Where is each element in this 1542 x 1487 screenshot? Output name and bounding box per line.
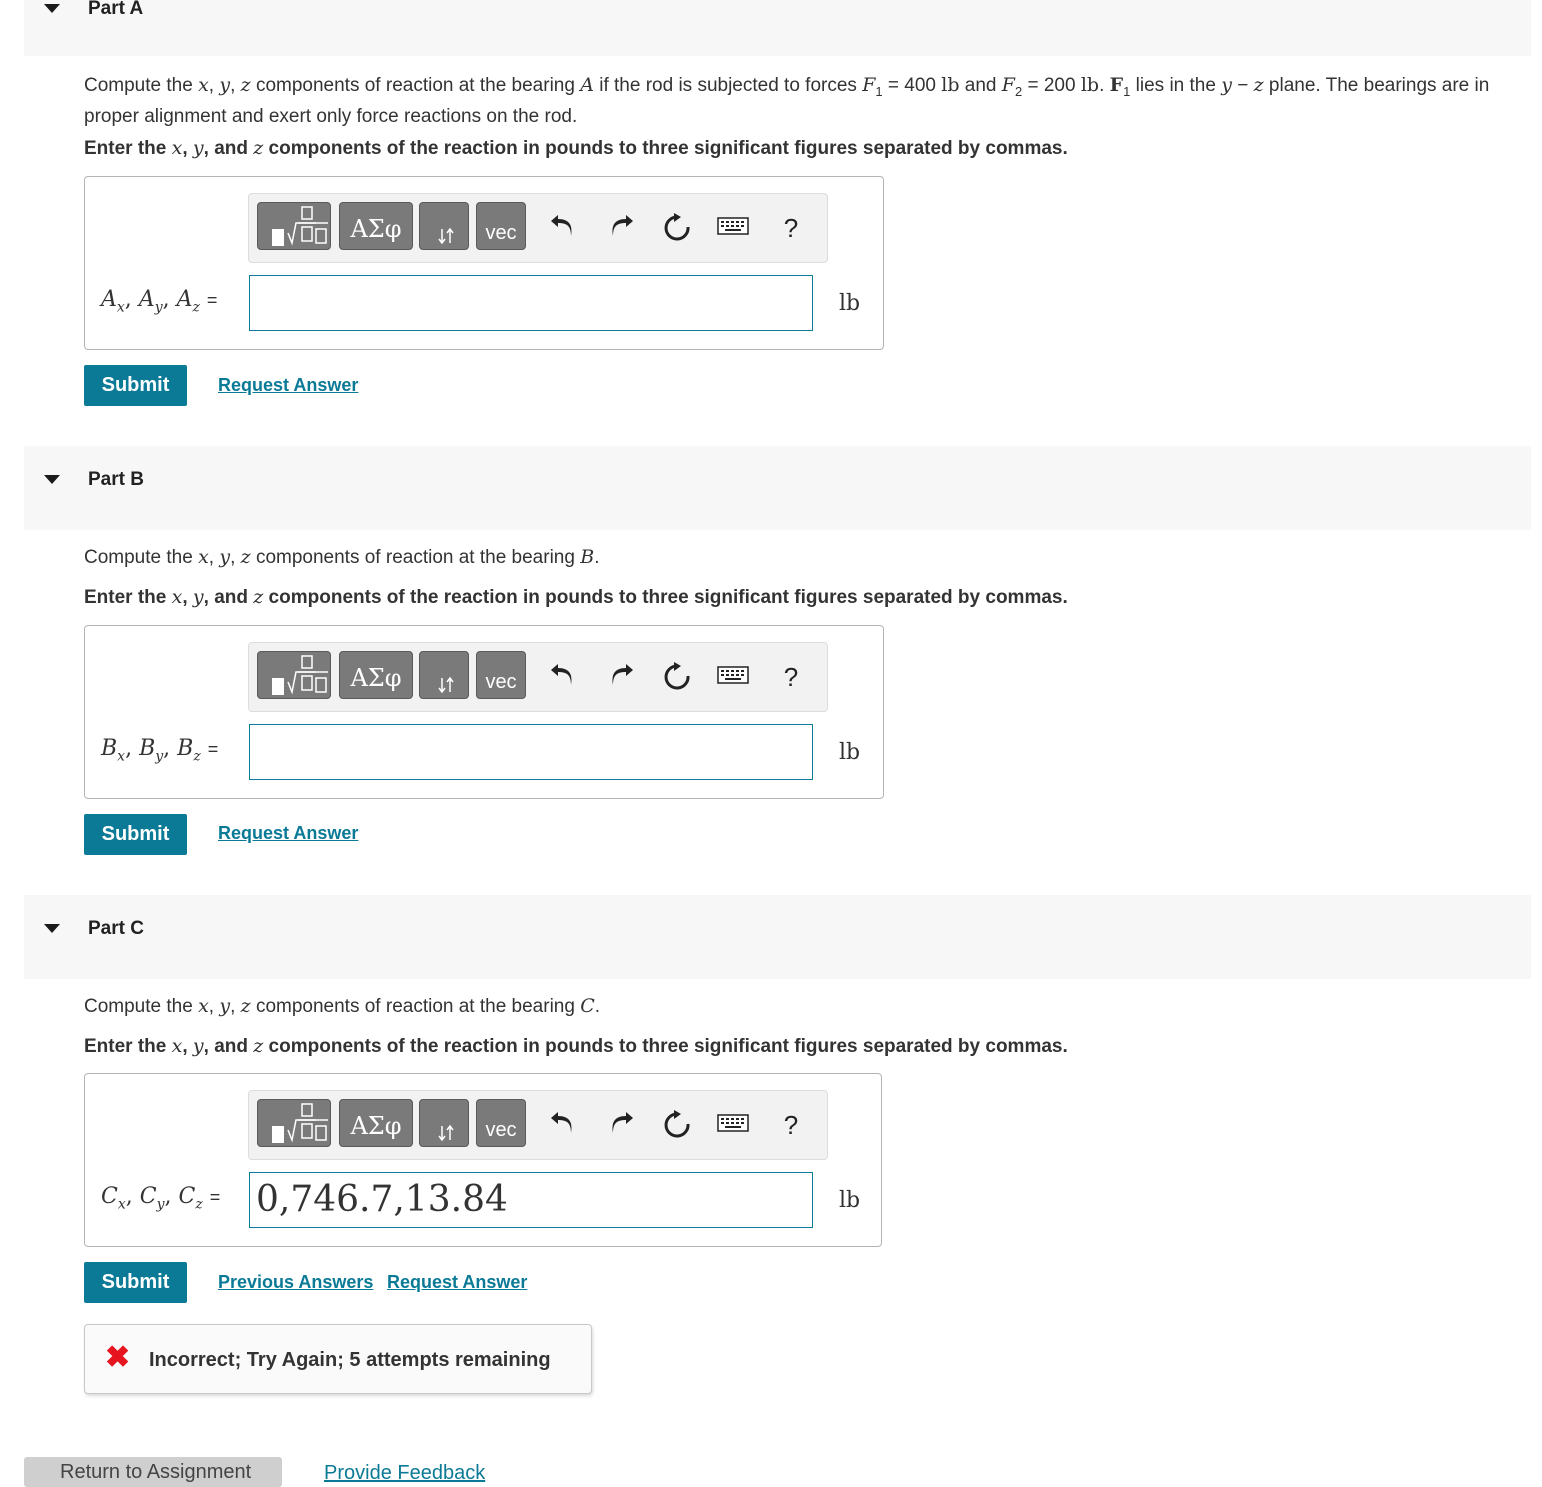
templates-icon: [272, 655, 328, 695]
answer-box: ΑΣφ vec ? Ax, Ay, Az = lb: [84, 176, 884, 350]
reset-icon[interactable]: [661, 661, 693, 693]
answer-label: Bx, By, Bz =: [101, 736, 219, 765]
redo-icon[interactable]: [605, 1109, 637, 1141]
collapse-caret-icon[interactable]: [44, 924, 60, 933]
request-answer-link[interactable]: Request Answer: [218, 375, 358, 396]
math-toolbar: ΑΣφ vec ?: [248, 642, 828, 712]
unit-label: lb: [839, 1188, 861, 1213]
vec-button[interactable]: vec: [476, 202, 526, 250]
subscript-button[interactable]: [419, 1099, 469, 1147]
subscript-icon: [438, 227, 454, 245]
unit-label: lb: [839, 291, 861, 316]
keyboard-icon[interactable]: [717, 212, 749, 244]
subscript-icon: [438, 676, 454, 694]
part-c-header[interactable]: Part C: [24, 895, 1531, 979]
help-icon[interactable]: ?: [775, 1109, 807, 1141]
part-a-instruction: Enter the x, y, and z components of the …: [84, 137, 1068, 159]
answer-box: ΑΣφ vec ? Cx, Cy, Cz = 0,746.7,13.84 lb: [84, 1073, 882, 1247]
return-to-assignment-button[interactable]: Return to Assignment: [24, 1457, 282, 1487]
answer-input[interactable]: [249, 724, 813, 780]
submit-button[interactable]: Submit: [84, 814, 187, 855]
help-icon[interactable]: ?: [775, 212, 807, 244]
undo-icon[interactable]: [547, 661, 579, 693]
part-c-instruction: Enter the x, y, and z components of the …: [84, 1035, 1068, 1057]
x-icon: ✖: [105, 1341, 131, 1374]
part-b-prompt: Compute the x, y, z components of reacti…: [84, 546, 600, 568]
greek-button[interactable]: ΑΣφ: [339, 202, 413, 250]
undo-icon[interactable]: [547, 212, 579, 244]
templates-button[interactable]: [257, 1099, 331, 1147]
answer-box: ΑΣφ vec ? Bx, By, Bz = lb: [84, 625, 884, 799]
help-icon[interactable]: ?: [775, 661, 807, 693]
part-b-header[interactable]: Part B: [24, 446, 1531, 530]
return-label: Return to Assignment: [60, 1461, 252, 1483]
subscript-button[interactable]: [419, 202, 469, 250]
reset-icon[interactable]: [661, 1109, 693, 1141]
part-c-prompt: Compute the x, y, z components of reacti…: [84, 995, 601, 1017]
part-title: Part C: [88, 918, 144, 939]
submit-button[interactable]: Submit: [84, 1262, 187, 1303]
request-answer-link[interactable]: Request Answer: [387, 1272, 527, 1293]
greek-button[interactable]: ΑΣφ: [339, 1099, 413, 1147]
subscript-button[interactable]: [419, 651, 469, 699]
redo-icon[interactable]: [605, 661, 637, 693]
part-a-prompt: Compute the x, y, z components of reacti…: [84, 73, 1524, 129]
answer-input[interactable]: 0,746.7,13.84: [249, 1172, 813, 1228]
math-toolbar: ΑΣφ vec ?: [248, 1090, 828, 1160]
answer-input[interactable]: [249, 275, 813, 331]
templates-button[interactable]: [257, 202, 331, 250]
vec-button[interactable]: vec: [476, 1099, 526, 1147]
prompt-text: Compute the x, y, z components of reacti…: [84, 74, 1490, 127]
greek-button[interactable]: ΑΣφ: [339, 651, 413, 699]
redo-icon[interactable]: [605, 212, 637, 244]
templates-icon: [272, 1103, 328, 1143]
request-answer-link[interactable]: Request Answer: [218, 823, 358, 844]
undo-icon[interactable]: [547, 1109, 579, 1141]
collapse-caret-icon[interactable]: [44, 4, 60, 13]
subscript-icon: [438, 1124, 454, 1142]
vec-button[interactable]: vec: [476, 651, 526, 699]
part-b-instruction: Enter the x, y, and z components of the …: [84, 586, 1068, 608]
templates-icon: [272, 206, 328, 246]
feedback-text: Incorrect; Try Again; 5 attempts remaini…: [149, 1349, 551, 1371]
answer-label: Ax, Ay, Az =: [101, 287, 218, 316]
submit-button[interactable]: Submit: [84, 365, 187, 406]
reset-icon[interactable]: [661, 212, 693, 244]
part-a-header[interactable]: Part A: [24, 0, 1531, 56]
feedback-message: ✖ Incorrect; Try Again; 5 attempts remai…: [84, 1324, 592, 1394]
answer-label: Cx, Cy, Cz =: [101, 1184, 221, 1213]
math-toolbar: ΑΣφ vec ?: [248, 193, 828, 263]
unit-label: lb: [839, 740, 861, 765]
part-title: Part B: [88, 469, 144, 490]
part-title: Part A: [88, 0, 144, 19]
keyboard-icon[interactable]: [717, 661, 749, 693]
collapse-caret-icon[interactable]: [44, 475, 60, 484]
templates-button[interactable]: [257, 651, 331, 699]
previous-answers-link[interactable]: Previous Answers: [218, 1272, 373, 1293]
keyboard-icon[interactable]: [717, 1109, 749, 1141]
